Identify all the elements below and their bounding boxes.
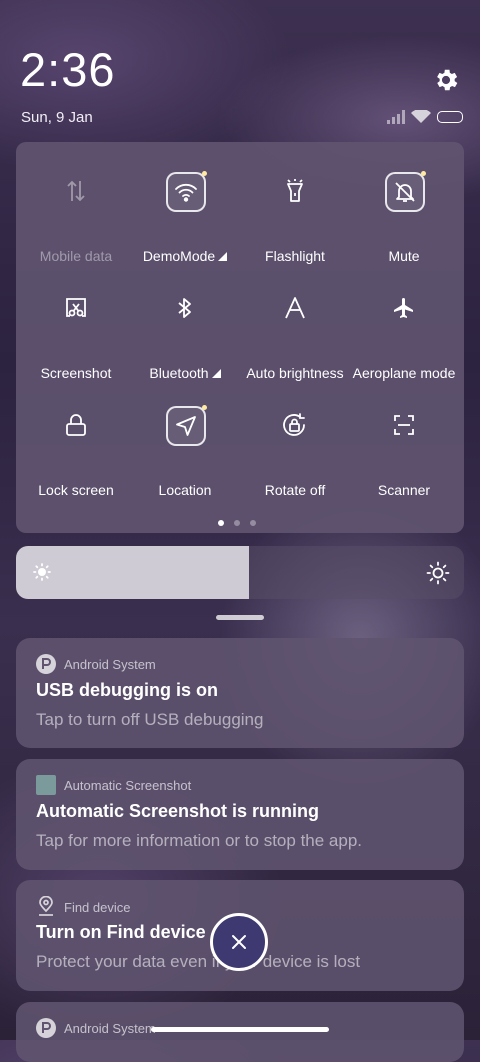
mute-bell-icon (385, 171, 426, 212)
notification-app-name: Android System (64, 656, 156, 672)
flashlight-icon (276, 172, 314, 210)
notification-body: Tap to turn off USB debugging (36, 710, 264, 729)
auto-brightness-icon (276, 289, 314, 327)
tile-label: Auto brightness (246, 365, 344, 381)
tile-label: Flashlight (265, 248, 325, 264)
cellular-signal-icon (387, 110, 405, 124)
date-label[interactable]: Sun, 9 Jan (21, 109, 93, 126)
android-system-icon (36, 654, 56, 674)
notification-usb-debugging[interactable]: Android System USB debugging is on Tap t… (16, 638, 464, 748)
tile-bluetooth[interactable]: Bluetooth (130, 267, 240, 381)
automatic-screenshot-app-icon (36, 775, 56, 795)
tile-screenshot[interactable]: Screenshot (21, 267, 131, 381)
gear-icon[interactable] (432, 66, 460, 94)
close-icon (232, 935, 246, 949)
brightness-high-icon (426, 561, 450, 585)
notification-app-name: Android System (64, 1020, 156, 1036)
tile-aeroplane-mode[interactable]: Aeroplane mode (349, 267, 459, 381)
tile-demo-mode[interactable]: DemoMode (130, 150, 240, 264)
tile-label: Location (158, 482, 212, 498)
system-status-icons (387, 108, 463, 126)
notification-android-system[interactable]: Android System (16, 1002, 464, 1062)
notification-app-name: Find device (64, 899, 131, 915)
tile-scanner[interactable]: Scanner (349, 384, 459, 498)
tile-label: Screenshot (40, 365, 112, 381)
quick-settings-panel: Mobile data DemoMode Flashlight Mute Scr… (16, 142, 464, 533)
tile-label: Bluetooth (124, 365, 246, 381)
notification-app-name: Automatic Screenshot (64, 777, 192, 793)
lock-icon (57, 406, 95, 444)
tile-label: Scanner (377, 482, 431, 498)
page-dot (250, 520, 256, 526)
notification-header: Find device (36, 896, 130, 918)
tile-auto-brightness[interactable]: Auto brightness (240, 267, 350, 381)
notification-title: Turn on Find device (36, 922, 206, 942)
clock-time[interactable]: 2:36 (20, 46, 115, 93)
notification-body: Protect your data even if your device is… (36, 952, 361, 971)
brightness-slider[interactable] (16, 546, 464, 599)
tile-location[interactable]: Location (130, 384, 240, 498)
tile-label: Lock screen (38, 482, 114, 498)
android-system-icon (36, 1018, 56, 1038)
gesture-navigation-bar[interactable] (151, 1027, 329, 1032)
tile-label: Rotate off (264, 482, 326, 498)
location-pin-icon (39, 896, 53, 916)
battery-icon (437, 111, 463, 123)
notification-auto-screenshot[interactable]: Automatic Screenshot Automatic Screensho… (16, 759, 464, 870)
page-dot-active (218, 520, 224, 526)
tile-label: Mobile data (39, 248, 113, 264)
notification-title: USB debugging is on (36, 680, 218, 700)
tile-mute[interactable]: Mute (349, 150, 459, 264)
location-arrow-icon (166, 405, 207, 446)
notification-header: Automatic Screenshot (36, 775, 191, 795)
brightness-low-icon (33, 563, 51, 581)
tile-label: Mute (388, 248, 420, 264)
mobile-data-icon (57, 172, 95, 210)
screenshot-scissors-icon (57, 289, 95, 327)
notification-title: Automatic Screenshot is running (36, 801, 320, 821)
wifi-status-icon (411, 110, 431, 123)
page-dot (234, 520, 240, 526)
tile-lock-screen[interactable]: Lock screen (21, 384, 131, 498)
aeroplane-icon (385, 289, 423, 327)
bluetooth-icon (166, 289, 204, 327)
tile-flashlight[interactable]: Flashlight (240, 150, 350, 264)
tile-rotate-off[interactable]: Rotate off (240, 384, 350, 498)
clear-notifications-button[interactable] (210, 913, 268, 971)
drag-handle[interactable] (216, 615, 264, 620)
tile-label: Aeroplane mode (352, 365, 456, 381)
notification-header: Android System (36, 654, 156, 674)
page-indicator (218, 520, 256, 526)
notification-header: Android System (36, 1018, 156, 1038)
wifi-icon (166, 171, 207, 212)
scanner-icon (385, 406, 423, 444)
tile-label: DemoMode (124, 248, 246, 264)
tile-mobile-data[interactable]: Mobile data (21, 150, 131, 264)
rotate-lock-icon (276, 406, 314, 444)
notification-body: Tap for more information or to stop the … (36, 831, 363, 850)
